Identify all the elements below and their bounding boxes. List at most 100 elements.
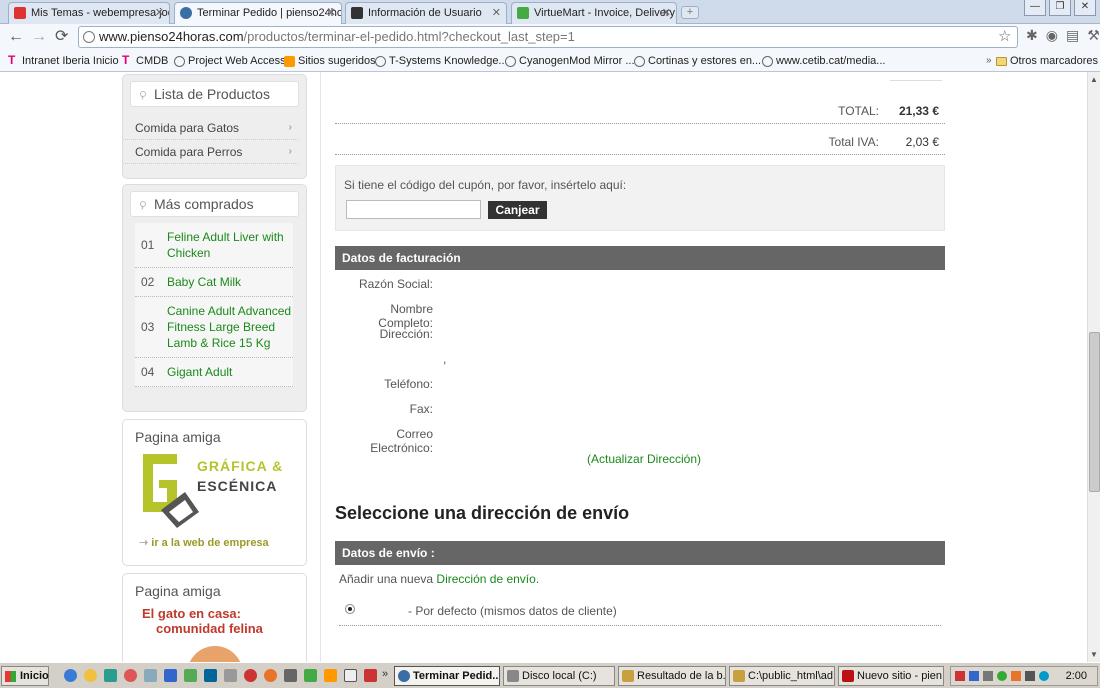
address-bar[interactable]: www.pienso24horas.com/productos/terminar…	[78, 26, 1018, 48]
close-tab-icon[interactable]: ✕	[327, 3, 336, 23]
total-value: 21,33 €	[898, 104, 939, 118]
minimize-button[interactable]: —	[1024, 0, 1046, 16]
globe-icon	[634, 56, 645, 67]
tab-mis-temas[interactable]: Mis Temas - webempresa joom ✕	[8, 2, 170, 24]
tab-informacion-usuario[interactable]: Información de Usuario ✕	[345, 2, 507, 24]
quicklaunch-icon[interactable]	[164, 669, 177, 682]
new-tab-button[interactable]: +	[681, 6, 699, 19]
box-title: Pagina amiga	[135, 429, 221, 445]
forward-arrow-icon[interactable]: →	[31, 27, 47, 47]
page-menu-icon[interactable]: ▤	[1066, 27, 1079, 44]
quicklaunch-overflow-icon[interactable]: »	[382, 668, 388, 680]
tray-icon[interactable]	[1025, 671, 1035, 681]
field-label-company: Razón Social:	[358, 277, 433, 291]
tray-icon[interactable]	[997, 671, 1007, 681]
list-item[interactable]: 04 Gigant Adult	[135, 358, 293, 387]
volume-icon[interactable]	[983, 671, 993, 681]
clock[interactable]: 2:00	[1066, 670, 1087, 682]
bookmark-project-web-access[interactable]: Project Web Access	[174, 53, 286, 69]
ie-icon[interactable]	[64, 669, 77, 682]
category-cats[interactable]: Comida para Gatos ›	[123, 116, 298, 140]
quicklaunch-icon[interactable]	[224, 669, 237, 682]
word-icon[interactable]	[344, 669, 357, 682]
back-arrow-icon[interactable]: ←	[8, 27, 24, 47]
iva-row: Total IVA: 2,03 €	[335, 127, 945, 155]
wrench-icon[interactable]: ⚒	[1087, 27, 1100, 44]
bookmarks-bar: T Intranet Iberia Inicio T CMDB Project We…	[0, 50, 1100, 72]
task-filezilla[interactable]: Nuevo sitio - pien...	[838, 666, 944, 686]
telekom-t-icon: T	[122, 53, 130, 67]
scrollbar-thumb[interactable]	[1089, 332, 1100, 492]
quicklaunch-icon[interactable]	[284, 669, 297, 682]
list-item[interactable]: 03 Canine Adult Advanced Fitness Large Br…	[135, 297, 293, 358]
reload-icon[interactable]: ⟳	[55, 27, 68, 47]
quicklaunch-icon[interactable]	[104, 669, 117, 682]
add-shipping-address-link[interactable]: Dirección de envío	[436, 572, 535, 586]
globe-icon	[762, 56, 773, 67]
quicklaunch-icon[interactable]	[144, 669, 157, 682]
quicklaunch-icon[interactable]	[304, 669, 317, 682]
start-button[interactable]: Inicio	[1, 666, 49, 686]
extension-globe-icon[interactable]: ◉	[1046, 27, 1058, 44]
bookmark-cyanogenmod[interactable]: CyanogenMod Mirror ...	[505, 53, 635, 69]
task-label: Resultado de la b...	[637, 670, 726, 682]
close-window-button[interactable]: ✕	[1074, 0, 1096, 16]
quicklaunch-icon[interactable]	[184, 669, 197, 682]
tab-terminar-pedido[interactable]: Terminar Pedido | pienso24hor ✕	[174, 2, 342, 24]
tray-icon[interactable]	[1011, 671, 1021, 681]
close-tab-icon[interactable]: ✕	[662, 3, 671, 23]
bookmark-star-icon[interactable]: ☆	[998, 27, 1011, 45]
category-dogs[interactable]: Comida para Perros ›	[123, 140, 298, 164]
globe-icon	[83, 31, 95, 43]
task-label: C:\public_html\ad...	[748, 670, 835, 682]
product-link[interactable]: Canine Adult Advanced Fitness Large Bree…	[167, 304, 291, 350]
add-new-prefix: Añadir una nueva	[339, 572, 434, 586]
maximize-button[interactable]: ❐	[1049, 0, 1071, 16]
messenger-icon[interactable]	[84, 669, 97, 682]
quicklaunch-icon[interactable]	[364, 669, 377, 682]
bookmark-cmdb[interactable]: T CMDB	[122, 53, 168, 69]
tab-favicon-icon	[517, 7, 529, 19]
tray-icon[interactable]	[955, 671, 965, 681]
bookmark-cetib[interactable]: www.cetib.cat/media...	[762, 53, 885, 69]
list-item[interactable]: 01 Feline Adult Liver with Chicken	[135, 223, 293, 268]
quicklaunch-icon[interactable]	[124, 669, 137, 682]
tab-virtuemart[interactable]: VirtueMart - Invoice, Delivery I ✕	[511, 2, 677, 24]
list-item[interactable]: 02 Baby Cat Milk	[135, 268, 293, 297]
scroll-down-icon[interactable]: ▼	[1090, 650, 1098, 659]
product-link[interactable]: Gigant Adult	[167, 365, 232, 379]
close-tab-icon[interactable]: ✕	[155, 3, 164, 23]
bookmark-sitios-sugeridos[interactable]: Sitios sugeridos	[284, 53, 376, 69]
task-chrome[interactable]: Terminar Pedid...	[394, 666, 500, 686]
url-host: www.pienso24horas.com	[99, 29, 244, 44]
tray-icon[interactable]	[1039, 671, 1049, 681]
firefox-icon[interactable]	[264, 669, 277, 682]
scroll-up-icon[interactable]: ▲	[1090, 75, 1098, 84]
bookmark-t-systems[interactable]: T-Systems Knowledge...	[375, 53, 508, 69]
extension-icon[interactable]: ✱	[1026, 27, 1038, 44]
start-label: Inicio	[20, 670, 49, 682]
page-scrollbar[interactable]: ▲ ▼	[1087, 72, 1100, 662]
grafica-escenica-logo[interactable]: GRÁFICA & ESCÉNICA	[139, 452, 289, 532]
quicklaunch-icon[interactable]	[204, 669, 217, 682]
coupon-input[interactable]	[346, 200, 481, 219]
network-icon[interactable]	[969, 671, 979, 681]
other-bookmarks[interactable]: » Otros marcadores	[986, 53, 1098, 69]
quicklaunch-icon[interactable]	[324, 669, 337, 682]
product-link[interactable]: Baby Cat Milk	[167, 275, 241, 289]
chrome-icon[interactable]	[244, 669, 257, 682]
update-address-link[interactable]: (Actualizar Dirección)	[587, 452, 701, 466]
iva-label: Total IVA:	[828, 135, 879, 149]
product-list-box: Lista de Productos Comida para Gatos › Co…	[122, 74, 307, 179]
bookmark-intranet-iberia[interactable]: T Intranet Iberia Inicio	[8, 53, 119, 69]
bookmark-cortinas[interactable]: Cortinas y estores en...	[634, 53, 761, 69]
task-disco-local[interactable]: Disco local (C:)	[503, 666, 615, 686]
task-public-html[interactable]: C:\public_html\ad...	[729, 666, 835, 686]
cat-community-banner[interactable]: El gato en casa: comunidad felina	[142, 606, 263, 636]
redeem-coupon-button[interactable]: Canjear	[488, 201, 547, 219]
task-resultado[interactable]: Resultado de la b...	[618, 666, 726, 686]
close-tab-icon[interactable]: ✕	[492, 3, 501, 23]
company-web-link[interactable]: ➝ ir a la web de empresa	[139, 536, 269, 549]
default-address-radio[interactable]	[345, 604, 355, 614]
product-link[interactable]: Feline Adult Liver with Chicken	[167, 230, 284, 260]
